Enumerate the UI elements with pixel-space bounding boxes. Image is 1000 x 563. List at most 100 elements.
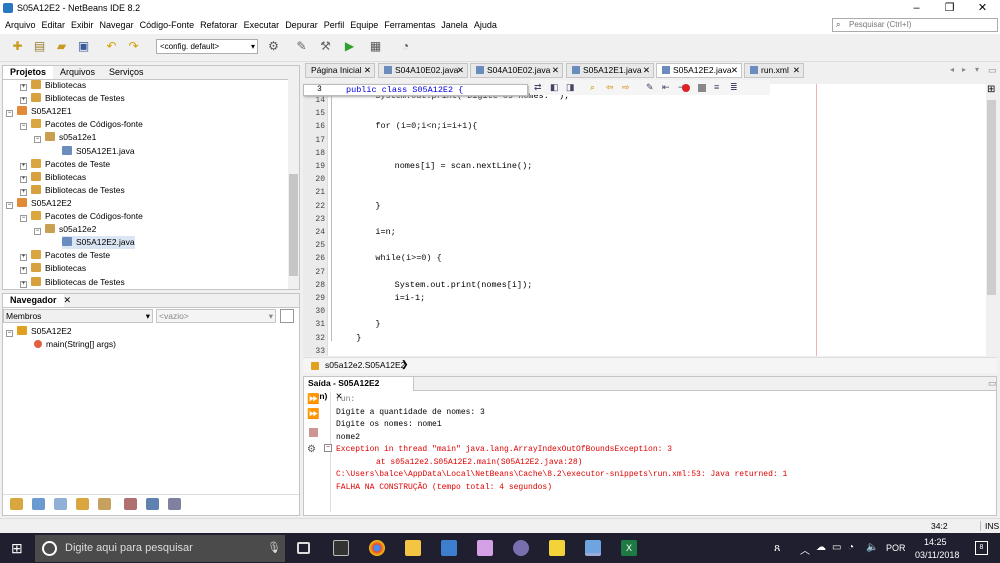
editor-tab[interactable]: S04A10E02.java ✕ <box>470 63 563 78</box>
filter-static-icon[interactable] <box>32 498 45 510</box>
menu-8[interactable]: Perfil <box>321 17 348 34</box>
menu-12[interactable]: Ajuda <box>471 17 500 34</box>
tree-item[interactable]: − Pacotes de Códigos-fonte <box>20 118 143 131</box>
onedrive-icon[interactable]: ☁ <box>816 542 826 553</box>
maximize-icon[interactable]: ▭ <box>988 378 997 389</box>
microphone-icon[interactable]: 🎙 <box>267 535 281 562</box>
settings-icon[interactable]: ⚙ <box>264 38 283 55</box>
open-project-icon[interactable]: ▰ <box>52 38 71 55</box>
menu-7[interactable]: Depurar <box>282 17 321 34</box>
filter-fields-icon[interactable] <box>10 498 23 510</box>
tree-item[interactable]: + Bibliotecas <box>20 262 86 275</box>
filter-sort-icon[interactable] <box>98 498 111 510</box>
menu-3[interactable]: Navegar <box>97 17 137 34</box>
menu-0[interactable]: Arquivo <box>2 17 39 34</box>
close-icon[interactable]: ✕ <box>552 64 559 77</box>
tree-item[interactable]: + Bibliotecas <box>20 79 86 92</box>
config-dropdown[interactable]: <config. default> ▾ <box>156 39 258 54</box>
tree-item[interactable]: + Bibliotecas de Testes <box>20 184 125 197</box>
toggle-highlight-icon[interactable]: ✎ <box>646 82 654 93</box>
uncomment-icon[interactable]: ≣ <box>730 82 738 93</box>
tab-list-icon[interactable]: ▾ <box>975 65 979 74</box>
breadcrumb-text[interactable]: s05a12e2.S05A12E2 <box>325 360 405 370</box>
expand-icon[interactable]: + <box>20 280 27 288</box>
tree-item[interactable]: + Pacotes de Teste <box>20 249 110 262</box>
battery-icon[interactable]: ▭ <box>832 542 841 553</box>
expand-icon[interactable]: + <box>20 188 27 196</box>
eclipse-icon[interactable] <box>513 540 529 556</box>
expand-icon[interactable]: − <box>20 215 27 222</box>
minimize-button[interactable]: – <box>900 0 933 17</box>
clock-time[interactable]: 14:25 <box>924 537 947 547</box>
expand-icon[interactable]: − <box>34 136 41 144</box>
filter-inherited-icon[interactable] <box>76 498 89 510</box>
close-icon[interactable]: ✕ <box>793 64 800 77</box>
excel-icon[interactable]: X <box>621 540 637 556</box>
navigator-root[interactable]: − S05A12E2 <box>6 325 72 338</box>
filter-dropdown[interactable]: <vazio> ▾ <box>156 309 276 323</box>
tab-0[interactable]: Projetos <box>3 66 54 79</box>
tray-chevron-icon[interactable]: ︿ <box>800 542 810 557</box>
filter-icon[interactable] <box>280 309 294 323</box>
filter-nonpublic-icon[interactable] <box>54 498 67 510</box>
close-icon[interactable]: ✕ <box>643 64 650 77</box>
rerun-different-icon[interactable]: ⏩ <box>307 409 319 420</box>
menu-4[interactable]: Código-Fonte <box>137 17 198 34</box>
new-project-icon[interactable]: ✚ <box>8 38 27 55</box>
calculator-icon[interactable] <box>333 540 349 556</box>
output-line[interactable]: at s05a12e2.S05A12E2.main(S05A12E2.java:… <box>376 458 582 467</box>
tree-item[interactable]: + Pacotes de Teste <box>20 158 110 171</box>
save-all-icon[interactable]: ▣ <box>74 38 93 55</box>
onenote-icon[interactable] <box>477 540 493 556</box>
editor-tab[interactable]: Página Inicial ✕ <box>305 63 375 78</box>
clock-date[interactable]: 03/11/2018 <box>915 550 959 560</box>
menu-2[interactable]: Exibir <box>68 17 97 34</box>
output-tab[interactable]: Saída - S05A12E2 (run) ✕ <box>304 377 414 401</box>
windows-start-icon[interactable]: ⊞ <box>11 541 25 555</box>
tree-item[interactable]: − Pacotes de Códigos-fonte <box>20 210 143 223</box>
editor-scrollbar[interactable] <box>986 96 997 356</box>
stop-macro-icon[interactable] <box>698 84 706 92</box>
sort-source-icon[interactable] <box>168 498 181 510</box>
restore-button[interactable]: ❐ <box>933 0 966 17</box>
close-button[interactable]: ✕ <box>966 0 999 17</box>
prev-occurrence-icon[interactable]: ⇦ <box>606 82 614 93</box>
tree-item[interactable]: S05A12E1.java <box>62 145 135 158</box>
undo-icon[interactable]: ↶ <box>102 38 121 55</box>
close-icon[interactable]: ✕ <box>731 64 738 77</box>
people-icon[interactable]: ጸ <box>774 542 780 555</box>
tree-item[interactable]: − S05A12E2 <box>6 197 72 210</box>
expand-icon[interactable]: − <box>6 201 13 209</box>
chrome-icon[interactable] <box>369 540 385 556</box>
collapse-icon[interactable]: − <box>324 444 332 452</box>
new-file-icon[interactable]: ▤ <box>30 38 49 55</box>
expand-icon[interactable]: + <box>20 267 27 275</box>
sort-alpha-icon[interactable] <box>146 498 159 510</box>
menu-5[interactable]: Refatorar <box>197 17 241 34</box>
tree-item[interactable]: + Bibliotecas <box>20 171 86 184</box>
back-icon[interactable]: ◧ <box>550 82 559 93</box>
next-occurrence-icon[interactable]: ⇨ <box>622 82 630 93</box>
shift-left-icon[interactable]: ⇤ <box>662 82 670 93</box>
menu-9[interactable]: Equipe <box>347 17 381 34</box>
debug-icon[interactable]: ▦ <box>366 38 385 55</box>
editor-tab[interactable]: S05A12E1.java ✕ <box>566 63 654 78</box>
menu-10[interactable]: Ferramentas <box>381 17 438 34</box>
tab-scroll-right-icon[interactable]: ▸ <box>962 65 966 74</box>
record-macro-icon[interactable] <box>682 84 690 92</box>
search-input[interactable]: ⌕ Pesquisar (Ctrl+I) <box>832 18 998 32</box>
redo-icon[interactable]: ↷ <box>124 38 143 55</box>
comment-icon[interactable]: ≡ <box>714 82 719 92</box>
tab-scroll-left-icon[interactable]: ◂ <box>950 65 954 74</box>
store-icon[interactable] <box>441 540 457 556</box>
projects-scrollbar[interactable] <box>288 79 299 289</box>
stop-icon[interactable] <box>309 428 318 437</box>
network-icon[interactable]: ◔ <box>848 542 854 553</box>
expand-icon[interactable]: + <box>20 175 27 183</box>
tree-item[interactable]: + Bibliotecas de Testes <box>20 276 125 289</box>
sticky-notes-icon[interactable] <box>549 540 565 556</box>
rerun-icon[interactable]: ⏩ <box>307 394 319 405</box>
menu-1[interactable]: Editar <box>39 17 69 34</box>
tree-item[interactable]: S05A12E2.java <box>62 236 135 250</box>
output-line[interactable]: C:\Users\balce\AppData\Local\NetBeans\Ca… <box>336 470 787 479</box>
